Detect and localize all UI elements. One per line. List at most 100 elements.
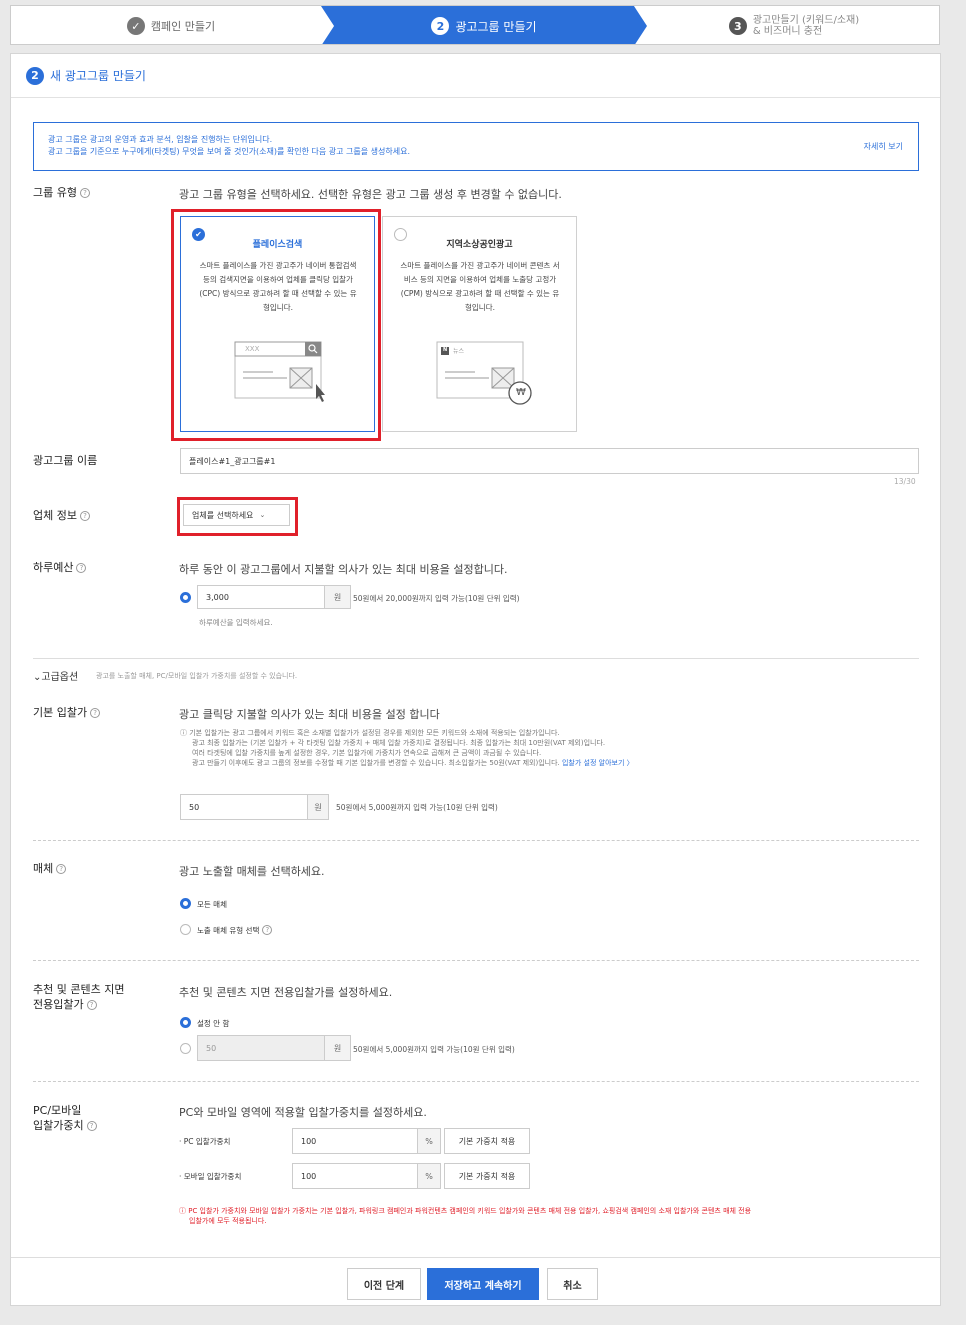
pc-bid-input[interactable]: 100 bbox=[292, 1128, 418, 1154]
help-icon[interactable]: ? bbox=[76, 563, 87, 573]
help-icon[interactable]: ? bbox=[79, 511, 90, 521]
help-icon[interactable]: ? bbox=[262, 925, 273, 935]
divider bbox=[33, 840, 919, 841]
base-bid-unit: 원 bbox=[307, 794, 329, 820]
highlight-box bbox=[177, 497, 298, 536]
daily-budget-hint: 50원에서 20,000원까지 입력 가능(10원 단위 입력) bbox=[353, 594, 520, 603]
warning-line2: 입찰가에 모두 적용됩니다. bbox=[189, 1217, 267, 1225]
step-ad[interactable]: 3 광고만들기 (키워드/소재) & 비즈머니 충전 bbox=[647, 6, 939, 44]
group-name-input[interactable]: 플레이스#1_광고그룹#1 bbox=[180, 448, 919, 474]
base-bid-input[interactable]: 50 bbox=[180, 794, 308, 820]
device-bid-label: PC/모바일 입찰가중치? bbox=[33, 1103, 97, 1133]
daily-budget-desc: 하루 동안 이 광고그룹에서 지불할 의사가 있는 최대 비용을 설정합니다. bbox=[179, 563, 508, 576]
base-bid-note: ⓘ 기본 입찰가는 광고 그룹에서 키워드 혹은 소재별 입찰가가 설정된 경우… bbox=[180, 729, 560, 737]
base-bid-note: 여러 타겟팅에 입찰 가중치를 높게 설정한 경우, 기본 입찰가에 가중치가 … bbox=[192, 749, 542, 757]
pc-bid-unit: % bbox=[417, 1128, 441, 1154]
check-icon: ✓ bbox=[126, 17, 145, 35]
pc-default-weight-button[interactable]: 기본 가중치 적용 bbox=[444, 1128, 530, 1154]
content-bid-label: 추천 및 콘텐츠 지면 전용입찰가? bbox=[33, 982, 124, 1012]
divider bbox=[33, 658, 919, 659]
help-icon[interactable]: ? bbox=[90, 708, 101, 718]
daily-budget-input[interactable]: 3,000 bbox=[197, 585, 325, 609]
news-n-glyph: N bbox=[443, 347, 448, 353]
media-all-radio[interactable] bbox=[180, 898, 191, 909]
page-title: 새 광고그룹 만들기 bbox=[50, 69, 146, 83]
step-adgroup[interactable]: 2 광고그룹 만들기 bbox=[321, 6, 647, 44]
group-name-label: 광고그룹 이름 bbox=[33, 454, 98, 467]
mobile-default-weight-button[interactable]: 기본 가중치 적용 bbox=[444, 1163, 530, 1189]
save-continue-button[interactable]: 저장하고 계속하기 bbox=[427, 1268, 539, 1300]
cancel-button[interactable]: 취소 bbox=[547, 1268, 598, 1300]
media-label: 매체? bbox=[33, 861, 67, 876]
step-number-icon: 2 bbox=[431, 17, 450, 35]
card-title: 지역소상공인광고 bbox=[446, 240, 513, 250]
mobile-bid-label: · 모바일 입찰가중치 bbox=[179, 1172, 242, 1181]
business-info-label-text: 업체 정보 bbox=[33, 509, 77, 522]
advanced-options-label: 고급옵션 bbox=[41, 672, 79, 683]
content-bid-on-radio[interactable] bbox=[180, 1043, 191, 1054]
content-bid-label-line2-text: 전용입찰가 bbox=[33, 998, 84, 1011]
step-ad-label-line2: & 비즈머니 충전 bbox=[752, 26, 823, 37]
media-select-label-text: 노출 매체 유형 선택 bbox=[197, 926, 260, 935]
mobile-bid-unit: % bbox=[417, 1163, 441, 1189]
advanced-options-toggle[interactable]: ⌄고급옵션 bbox=[33, 668, 78, 683]
adgroup-form-panel: 2 새 광고그룹 만들기 광고 그룹은 광고의 운영과 효과 분석, 입찰을 진… bbox=[10, 53, 941, 1306]
content-bid-unit: 원 bbox=[324, 1035, 351, 1061]
won-icon: ₩ bbox=[516, 387, 526, 398]
daily-budget-helper: 하루예산을 입력하세요. bbox=[199, 618, 273, 627]
form-footer: 이전 단계 저장하고 계속하기 취소 bbox=[11, 1257, 940, 1305]
step-campaign[interactable]: ✓ 캠페인 만들기 bbox=[11, 6, 331, 44]
more-info-link[interactable]: 자세히 보기 bbox=[864, 141, 903, 153]
device-bid-label-line2-text: 입찰가중치 bbox=[33, 1119, 84, 1132]
advanced-options-desc: 광고를 노출할 매체, PC/모바일 입찰가 가중치를 설정할 수 있습니다. bbox=[96, 672, 298, 680]
daily-budget-unit: 원 bbox=[324, 585, 351, 609]
help-icon[interactable]: ? bbox=[56, 864, 67, 874]
content-bid-off-label: 설정 안 함 bbox=[197, 1019, 230, 1028]
bid-guide-link[interactable]: 입찰가 설정 알아보기 〉 bbox=[562, 759, 634, 767]
base-bid-notes: ⓘ 기본 입찰가는 광고 그룹에서 키워드 혹은 소재별 입찰가가 설정된 경우… bbox=[180, 728, 634, 768]
mobile-bid-input[interactable]: 100 bbox=[292, 1163, 418, 1189]
media-select-radio[interactable] bbox=[180, 924, 191, 935]
group-type-desc: 광고 그룹 유형을 선택하세요. 선택한 유형은 광고 그룹 생성 후 변경할 … bbox=[179, 188, 562, 201]
step-number-icon: 3 bbox=[728, 17, 747, 35]
base-bid-note: 광고 최종 입찰가는 (기본 입찰가 + 각 타겟팅 입찰 가중치 + 매체 입… bbox=[192, 739, 606, 747]
divider bbox=[33, 960, 919, 961]
group-type-label: 그룹 유형? bbox=[33, 185, 90, 200]
step-campaign-label: 캠페인 만들기 bbox=[150, 20, 216, 33]
device-bid-desc: PC와 모바일 영역에 적용할 입찰가중치를 설정하세요. bbox=[179, 1106, 427, 1119]
content-bid-input[interactable]: 50 bbox=[197, 1035, 325, 1061]
help-icon[interactable]: ? bbox=[86, 1000, 97, 1010]
info-text-line1: 광고 그룹은 광고의 운영과 효과 분석, 입찰을 진행하는 단위입니다. bbox=[48, 135, 273, 144]
business-info-label: 업체 정보? bbox=[33, 508, 90, 523]
divider bbox=[33, 1081, 919, 1082]
help-icon[interactable]: ? bbox=[79, 188, 90, 198]
base-bid-note-text: 광고 만들기 이후에도 광고 그룹의 정보를 수정할 때 기본 입찰가를 변경할… bbox=[192, 759, 560, 767]
content-bid-label-line2: 전용입찰가? bbox=[33, 997, 124, 1012]
group-type-label-text: 그룹 유형 bbox=[33, 186, 77, 199]
highlight-box bbox=[171, 209, 381, 441]
group-type-card-local-business[interactable]: 지역소상공인광고 스마트 플레이스를 가진 광고주가 네이버 콘텐츠 서비스 등… bbox=[382, 216, 577, 432]
step-ad-label-line1: 광고만들기 (키워드/소재) bbox=[752, 15, 860, 26]
daily-budget-radio[interactable] bbox=[180, 592, 191, 603]
panel-header: 2 새 광고그룹 만들기 bbox=[11, 54, 940, 98]
content-bid-off-radio[interactable] bbox=[180, 1017, 191, 1028]
base-bid-note: 광고 만들기 이후에도 광고 그룹의 정보를 수정할 때 기본 입찰가를 변경할… bbox=[180, 758, 634, 768]
card-description: 스마트 플레이스를 가진 광고주가 네이버 콘텐츠 서비스 등의 지면을 이용하… bbox=[400, 261, 560, 312]
name-counter: 13/30 bbox=[894, 477, 916, 486]
media-all-label: 모든 매체 bbox=[197, 900, 227, 909]
step-ad-label: 광고만들기 (키워드/소재) & 비즈머니 충전 bbox=[753, 15, 859, 37]
pc-bid-label: · PC 입찰가중치 bbox=[179, 1137, 231, 1146]
step-adgroup-label: 광고그룹 만들기 bbox=[455, 19, 537, 34]
content-bid-hint: 50원에서 5,000원까지 입력 가능(10원 단위 입력) bbox=[353, 1045, 515, 1054]
device-bid-label-line2: 입찰가중치? bbox=[33, 1118, 97, 1133]
media-label-text: 매체 bbox=[33, 862, 54, 875]
daily-budget-label-text: 하루예산 bbox=[33, 561, 74, 574]
help-icon[interactable]: ? bbox=[86, 1121, 97, 1131]
base-bid-label: 기본 입찰가? bbox=[33, 705, 101, 720]
news-label: 뉴스 bbox=[453, 348, 465, 355]
media-desc: 광고 노출할 매체를 선택하세요. bbox=[179, 865, 325, 878]
prev-step-button[interactable]: 이전 단계 bbox=[347, 1268, 421, 1300]
news-illustration-icon bbox=[436, 341, 532, 405]
info-text-line2: 광고 그룹을 기준으로 누구에게(타겟팅) 무엇을 보여 줄 것인가(소재)를 … bbox=[48, 147, 411, 156]
content-bid-label-line1: 추천 및 콘텐츠 지면 bbox=[33, 983, 125, 996]
